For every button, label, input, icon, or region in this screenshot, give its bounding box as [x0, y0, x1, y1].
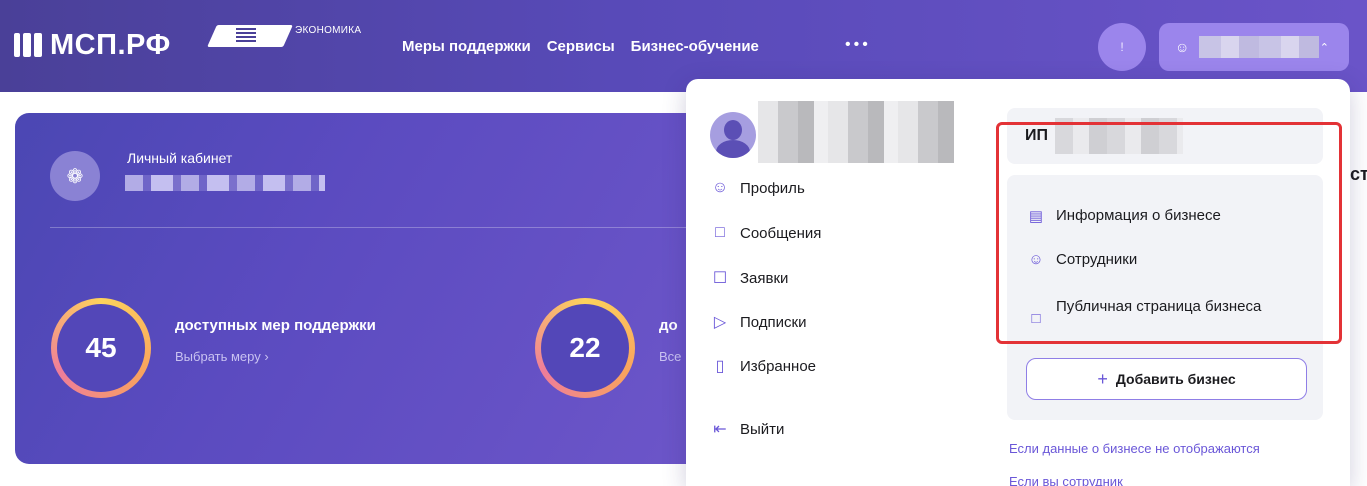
logo[interactable]: МСП.РФ — [14, 26, 171, 64]
second-count-title: до — [659, 317, 678, 334]
page-icon: □ — [1031, 310, 1041, 327]
logo-text: МСП.РФ — [50, 28, 171, 61]
national-projects-logo — [207, 25, 293, 47]
background-heading-fragment: ст — [1350, 164, 1367, 184]
briefcase-icon: ▤ — [1028, 208, 1044, 225]
nav-support-measures[interactable]: Меры поддержки — [402, 38, 531, 55]
user-name-redacted — [1199, 36, 1320, 58]
menu-messages[interactable]: □ Сообщения — [710, 224, 821, 242]
business-name-redacted — [1055, 118, 1183, 154]
subscriptions-icon: ▷ — [713, 314, 727, 331]
user-icon: ☺ — [1175, 39, 1190, 55]
business-info-item[interactable]: ▤ Информация о бизнесе — [1026, 207, 1221, 225]
second-count: 22 — [541, 304, 629, 392]
user-fullname-redacted — [758, 101, 954, 163]
if-employee-link[interactable]: Если вы сотрудник — [1009, 474, 1123, 486]
support-count: 45 — [57, 304, 145, 392]
logout-icon: ⇤ — [713, 421, 727, 438]
menu-profile[interactable]: ☺ Профиль — [710, 179, 805, 197]
requests-icon: ☐ — [712, 270, 728, 287]
business-employees-item[interactable]: ☺ Сотрудники — [1026, 251, 1137, 268]
user-avatar — [710, 112, 756, 158]
messages-icon: □ — [715, 224, 725, 241]
menu-favorites[interactable]: ▯ Избранное — [710, 356, 816, 376]
second-count-ring: 22 — [535, 298, 635, 398]
menu-subscriptions[interactable]: ▷ Подписки — [710, 312, 807, 332]
menu-logout[interactable]: ⇤ Выйти — [710, 419, 784, 439]
cabinet-name-redacted — [125, 175, 325, 191]
add-user-icon: ☺ — [1028, 251, 1044, 268]
menu-requests[interactable]: ☐ Заявки — [710, 268, 789, 288]
main-nav: Меры поддержки Сервисы Бизнес-обучение — [402, 38, 759, 55]
choose-measure-link[interactable]: Выбрать меру › — [175, 349, 269, 364]
cabinet-title: Личный кабинет — [127, 150, 233, 166]
chevron-up-icon: ⌃ — [1319, 41, 1329, 54]
user-menu-button[interactable]: ☺ ⌃ — [1159, 23, 1349, 71]
logo-icon — [14, 33, 42, 57]
support-count-title: доступных мер поддержки — [175, 317, 376, 334]
business-prefix: ИП — [1025, 127, 1048, 144]
bookmark-icon: ▯ — [715, 358, 725, 375]
business-panel: ▤ Информация о бизнесе ☺ Сотрудники □ Пу… — [1007, 175, 1323, 420]
business-public-page-item[interactable]: □ Публичная страница бизнеса — [1026, 295, 1266, 330]
nav-services[interactable]: Сервисы — [547, 38, 615, 55]
cabinet-card: ❁ Личный кабинет 45 доступных мер поддер… — [15, 113, 715, 464]
add-business-button[interactable]: + Добавить бизнес — [1026, 358, 1307, 400]
support-count-ring: 45 — [51, 298, 151, 398]
divider — [50, 227, 700, 228]
nav-business-education[interactable]: Бизнес-обучение — [631, 38, 759, 55]
project-label: ЭКОНОМИКА — [295, 25, 362, 36]
more-menu-button[interactable]: ••• — [845, 36, 871, 54]
notification-button[interactable]: ! — [1098, 23, 1146, 71]
company-avatar-icon: ❁ — [50, 151, 100, 201]
app-root: МСП.РФ ЭКОНОМИКА Меры поддержки Сервисы … — [0, 0, 1367, 486]
user-dropdown: ☺ Профиль □ Сообщения ☐ Заявки ▷ Подписк… — [686, 79, 1350, 486]
business-header[interactable]: ИП — [1007, 108, 1323, 164]
second-link[interactable]: Все — [659, 349, 681, 364]
plus-icon: + — [1097, 368, 1108, 389]
profile-icon: ☺ — [711, 179, 729, 196]
business-not-shown-link[interactable]: Если данные о бизнесе не отображаются — [1009, 441, 1260, 456]
